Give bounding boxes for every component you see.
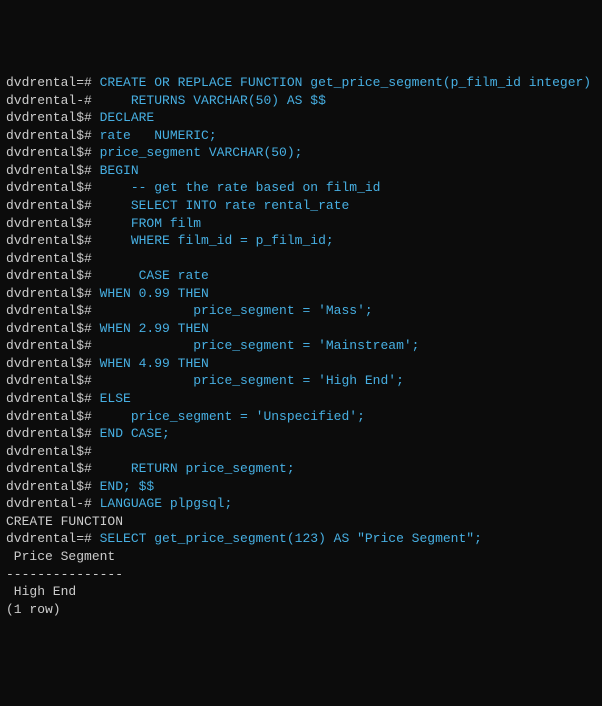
prompt: dvdrental$#: [6, 425, 92, 443]
sql-code: END; $$: [92, 478, 154, 496]
prompt: dvdrental$#: [6, 337, 92, 355]
prompt: dvdrental$#: [6, 478, 92, 496]
sql-code: price_segment = 'Mass';: [92, 302, 373, 320]
sql-code: rate NUMERIC;: [92, 127, 217, 145]
sql-code: END CASE;: [92, 425, 170, 443]
prompt: dvdrental=#: [6, 530, 92, 548]
terminal-line: dvdrental$# BEGIN: [6, 162, 596, 180]
prompt: dvdrental$#: [6, 267, 92, 285]
sql-code: WHEN 4.99 THEN: [92, 355, 209, 373]
sql-code: -- get the rate based on film_id: [92, 179, 381, 197]
terminal-line: dvdrental=# CREATE OR REPLACE FUNCTION g…: [6, 74, 596, 92]
output-text: High End: [6, 583, 76, 601]
prompt: dvdrental$#: [6, 408, 92, 426]
prompt: dvdrental$#: [6, 215, 92, 233]
sql-code: RETURNS VARCHAR(50) AS $$: [92, 92, 326, 110]
prompt: dvdrental$#: [6, 355, 92, 373]
sql-code: price_segment = 'Unspecified';: [92, 408, 365, 426]
sql-code: SELECT INTO rate rental_rate: [92, 197, 349, 215]
terminal-line: dvdrental$# FROM film: [6, 215, 596, 233]
terminal-line: Price Segment: [6, 548, 596, 566]
sql-code: price_segment = 'Mainstream';: [92, 337, 420, 355]
prompt: dvdrental$#: [6, 197, 92, 215]
prompt: dvdrental$#: [6, 127, 92, 145]
terminal-line: dvdrental=# SELECT get_price_segment(123…: [6, 530, 596, 548]
terminal-line: dvdrental-# LANGUAGE plpgsql;: [6, 495, 596, 513]
terminal-line: dvdrental$# END CASE;: [6, 425, 596, 443]
terminal-line: dvdrental$# WHERE film_id = p_film_id;: [6, 232, 596, 250]
sql-code: ELSE: [92, 390, 131, 408]
terminal-line: dvdrental$# price_segment VARCHAR(50);: [6, 144, 596, 162]
output-text: (1 row): [6, 601, 61, 619]
sql-code: LANGUAGE plpgsql;: [92, 495, 232, 513]
output-text: ---------------: [6, 566, 123, 584]
sql-code: price_segment VARCHAR(50);: [92, 144, 303, 162]
sql-code: RETURN price_segment;: [92, 460, 295, 478]
terminal-line: dvdrental$# -- get the rate based on fil…: [6, 179, 596, 197]
prompt: dvdrental$#: [6, 302, 92, 320]
terminal-line: dvdrental$#: [6, 443, 596, 461]
terminal-line: dvdrental-# RETURNS VARCHAR(50) AS $$: [6, 92, 596, 110]
terminal-line: dvdrental$# END; $$: [6, 478, 596, 496]
sql-code: DECLARE: [92, 109, 154, 127]
terminal-line: dvdrental$# DECLARE: [6, 109, 596, 127]
prompt: dvdrental$#: [6, 232, 92, 250]
terminal-line: dvdrental$# SELECT INTO rate rental_rate: [6, 197, 596, 215]
prompt: dvdrental$#: [6, 144, 92, 162]
prompt: dvdrental$#: [6, 109, 92, 127]
terminal-output[interactable]: dvdrental=# CREATE OR REPLACE FUNCTION g…: [6, 74, 596, 618]
prompt: dvdrental$#: [6, 250, 92, 268]
output-text: Price Segment: [6, 548, 115, 566]
terminal-line: CREATE FUNCTION: [6, 513, 596, 531]
sql-code: CASE rate: [92, 267, 209, 285]
sql-code: FROM film: [92, 215, 201, 233]
terminal-line: dvdrental$# WHEN 4.99 THEN: [6, 355, 596, 373]
prompt: dvdrental=#: [6, 74, 92, 92]
prompt: dvdrental$#: [6, 285, 92, 303]
prompt: dvdrental$#: [6, 460, 92, 478]
sql-code: BEGIN: [92, 162, 139, 180]
terminal-line: dvdrental$# WHEN 0.99 THEN: [6, 285, 596, 303]
terminal-line: dvdrental$# price_segment = 'High End';: [6, 372, 596, 390]
terminal-line: dvdrental$# WHEN 2.99 THEN: [6, 320, 596, 338]
sql-code: WHEN 2.99 THEN: [92, 320, 209, 338]
sql-code: WHERE film_id = p_film_id;: [92, 232, 334, 250]
terminal-line: dvdrental$# rate NUMERIC;: [6, 127, 596, 145]
prompt: dvdrental-#: [6, 495, 92, 513]
prompt: dvdrental-#: [6, 92, 92, 110]
terminal-line: dvdrental$# ELSE: [6, 390, 596, 408]
terminal-line: High End: [6, 583, 596, 601]
prompt: dvdrental$#: [6, 320, 92, 338]
terminal-line: dvdrental$# price_segment = 'Mass';: [6, 302, 596, 320]
prompt: dvdrental$#: [6, 443, 92, 461]
prompt: dvdrental$#: [6, 372, 92, 390]
terminal-line: dvdrental$# CASE rate: [6, 267, 596, 285]
prompt: dvdrental$#: [6, 162, 92, 180]
terminal-line: dvdrental$# RETURN price_segment;: [6, 460, 596, 478]
terminal-line: (1 row): [6, 601, 596, 619]
terminal-line: dvdrental$# price_segment = 'Mainstream'…: [6, 337, 596, 355]
prompt: dvdrental$#: [6, 179, 92, 197]
sql-code: CREATE OR REPLACE FUNCTION get_price_seg…: [92, 74, 591, 92]
sql-code: WHEN 0.99 THEN: [92, 285, 209, 303]
terminal-line: ---------------: [6, 566, 596, 584]
terminal-line: dvdrental$# price_segment = 'Unspecified…: [6, 408, 596, 426]
sql-code: SELECT get_price_segment(123) AS "Price …: [92, 530, 482, 548]
output-text: CREATE FUNCTION: [6, 513, 123, 531]
prompt: dvdrental$#: [6, 390, 92, 408]
sql-code: price_segment = 'High End';: [92, 372, 404, 390]
terminal-line: dvdrental$#: [6, 250, 596, 268]
